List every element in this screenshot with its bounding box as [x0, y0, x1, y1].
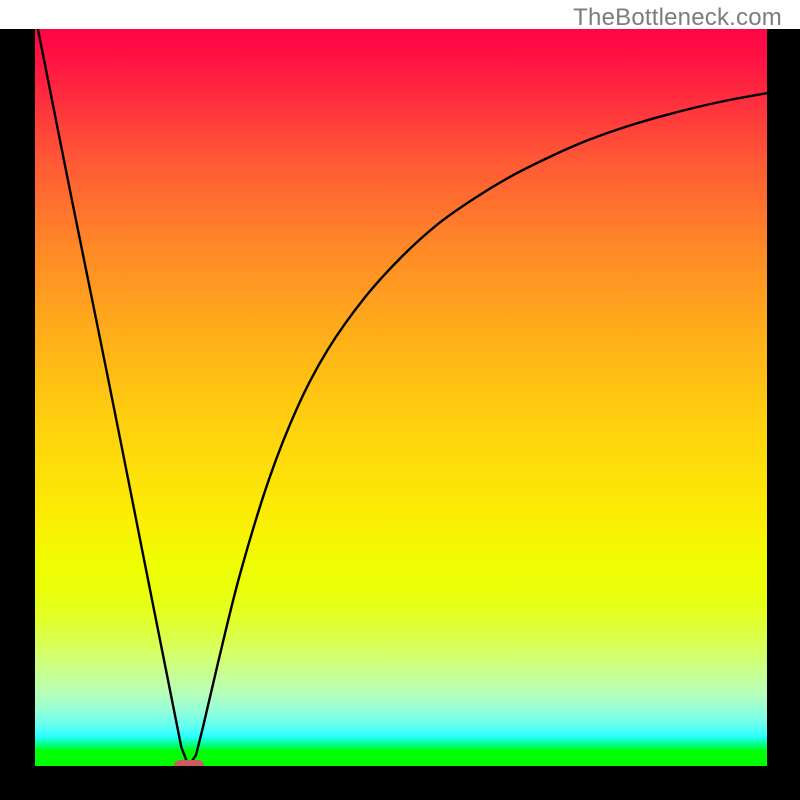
optimal-marker: [174, 760, 204, 766]
watermark-text: TheBottleneck.com: [573, 4, 782, 32]
figure-root: TheBottleneck.com: [0, 0, 800, 800]
plot-area: [35, 29, 767, 766]
curve-svg: [35, 29, 767, 766]
bottleneck-curve: [38, 29, 767, 766]
plot-border: [0, 29, 800, 800]
